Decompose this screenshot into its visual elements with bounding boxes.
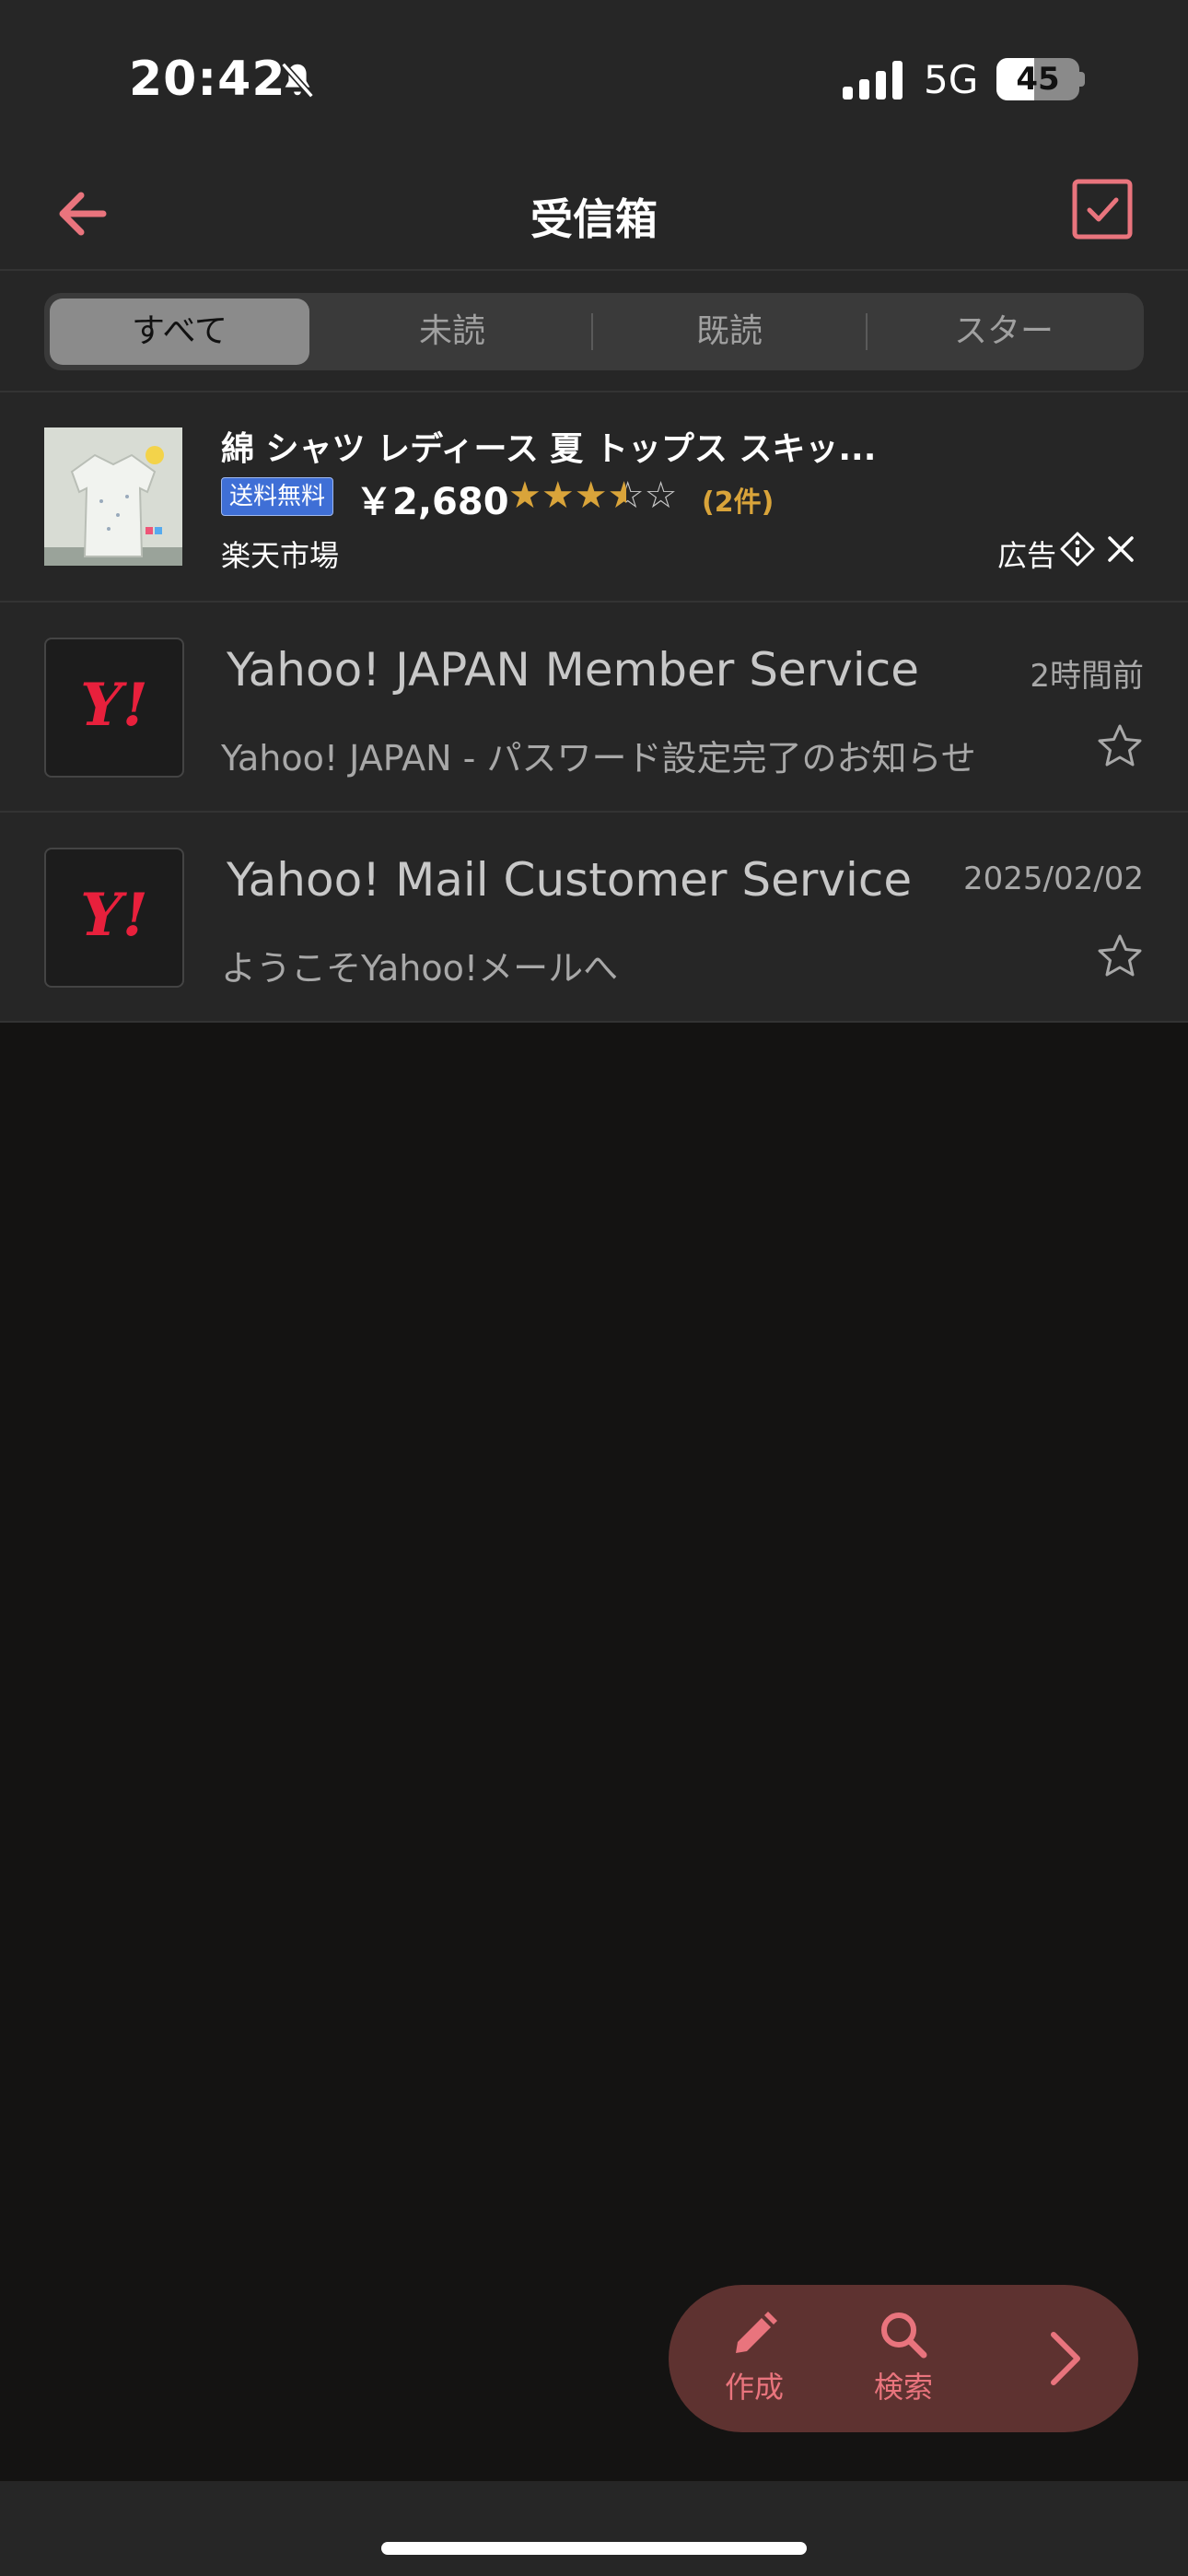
full-stars: ★★★ bbox=[508, 474, 608, 517]
status-time: 20:42 bbox=[129, 52, 286, 107]
battery-indicator: 45 bbox=[996, 58, 1079, 100]
avatar: Y! bbox=[44, 638, 184, 778]
battery-level: 45 bbox=[1016, 61, 1060, 98]
network-type: 5G bbox=[924, 57, 979, 102]
mail-subject: Yahoo! JAPAN - パスワード設定完了のお知らせ bbox=[221, 738, 976, 779]
status-bar: 20:42 5G 45 bbox=[0, 0, 1188, 147]
tab-read[interactable]: 既読 bbox=[593, 293, 866, 370]
checkbox-icon[interactable] bbox=[1070, 177, 1135, 241]
nav-bar: 受信箱 bbox=[0, 147, 1188, 271]
home-indicator[interactable] bbox=[381, 2542, 807, 2555]
yahoo-logo-icon: Y! bbox=[80, 671, 148, 740]
ad-label: 広告 bbox=[997, 538, 1057, 573]
filter-segmented-control: すべて 未読 既読 スター bbox=[44, 293, 1144, 370]
compose-label: 作成 bbox=[724, 2370, 784, 2405]
ad-title: 綿 シャツ レディース 夏 トップス スキッ... bbox=[221, 430, 877, 468]
ad-price: ￥2,680 bbox=[355, 481, 509, 523]
empty-star-icon: ☆ bbox=[644, 474, 678, 517]
search-button[interactable]: 検索 bbox=[853, 2307, 954, 2408]
tab-starred[interactable]: スター bbox=[868, 293, 1140, 370]
avatar: Y! bbox=[44, 848, 184, 988]
mail-list-item[interactable]: Y! Yahoo! JAPAN Member Service 2時間前 Yaho… bbox=[0, 603, 1188, 813]
info-icon[interactable] bbox=[1059, 531, 1096, 568]
mail-list-item[interactable]: Y! Yahoo! Mail Customer Service 2025/02/… bbox=[0, 813, 1188, 1023]
battery-nub bbox=[1079, 72, 1085, 87]
page-title: 受信箱 bbox=[530, 194, 658, 244]
bell-slash-icon bbox=[281, 62, 314, 99]
ad-shop-name: 楽天市場 bbox=[221, 538, 340, 573]
ad-row[interactable]: 綿 シャツ レディース 夏 トップス スキッ... 送料無料 ￥2,680 ★★… bbox=[0, 392, 1188, 603]
star-outline-icon[interactable] bbox=[1096, 722, 1144, 770]
rating-stars: ★★★★☆☆ bbox=[508, 477, 677, 514]
compose-button[interactable]: 作成 bbox=[704, 2307, 805, 2408]
mail-date: 2時間前 bbox=[1030, 658, 1144, 695]
search-label: 検索 bbox=[873, 2370, 933, 2405]
mail-sender: Yahoo! Mail Customer Service bbox=[227, 853, 913, 907]
signal-icon bbox=[843, 61, 903, 100]
star-outline-icon[interactable] bbox=[1096, 932, 1144, 980]
mail-subject: ようこそYahoo!メールへ bbox=[221, 948, 619, 989]
tab-all[interactable]: すべて bbox=[50, 299, 309, 365]
yahoo-logo-icon: Y! bbox=[80, 881, 148, 950]
free-shipping-badge: 送料無料 bbox=[221, 477, 334, 516]
review-count: (2件) bbox=[702, 486, 775, 519]
ad-product-image bbox=[44, 427, 182, 566]
half-star-icon: ★ bbox=[607, 477, 626, 514]
half-star-remainder-icon: ☆ bbox=[625, 477, 645, 514]
tab-unread[interactable]: 未読 bbox=[315, 293, 589, 370]
pencil-icon bbox=[736, 2312, 777, 2353]
search-icon bbox=[881, 2313, 927, 2359]
mail-sender: Yahoo! JAPAN Member Service bbox=[227, 643, 919, 697]
mail-date: 2025/02/02 bbox=[963, 861, 1144, 897]
chevron-right-icon[interactable] bbox=[1037, 2325, 1092, 2392]
floating-action-bar: 作成 検索 bbox=[669, 2285, 1138, 2432]
bottom-safe-area bbox=[0, 2481, 1188, 2576]
filter-bar: すべて 未読 既読 スター bbox=[0, 271, 1188, 392]
close-icon[interactable] bbox=[1102, 531, 1139, 568]
